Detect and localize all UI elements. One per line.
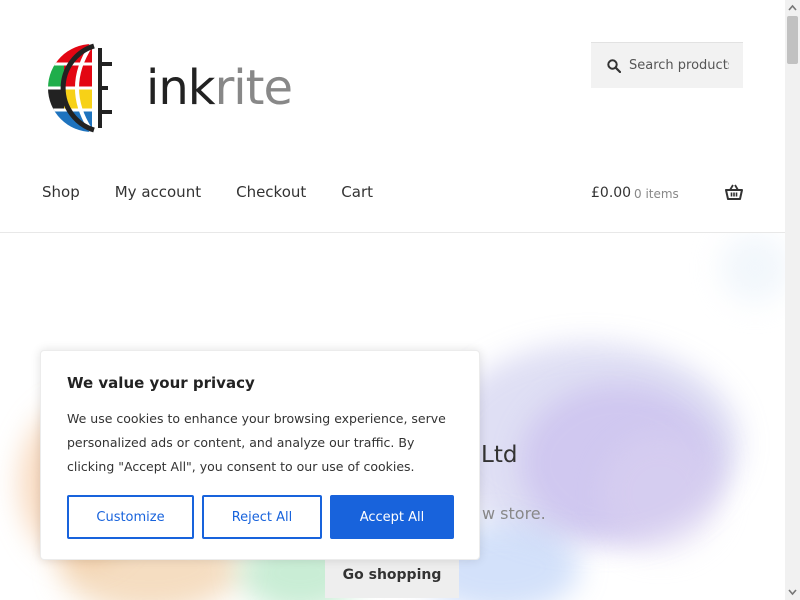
reject-all-button[interactable]: Reject All bbox=[202, 495, 322, 539]
customize-button[interactable]: Customize bbox=[67, 495, 194, 539]
primary-navigation: Shop My account Checkout Cart bbox=[42, 180, 408, 204]
scroll-up-arrow-icon[interactable] bbox=[787, 3, 798, 13]
cookie-description: We use cookies to enhance your browsing … bbox=[67, 411, 446, 474]
search-input[interactable] bbox=[629, 58, 729, 73]
cart-total[interactable]: £0.00 bbox=[591, 182, 631, 204]
cookie-consent-banner: We value your privacy We use cookies to … bbox=[40, 350, 480, 560]
basket-icon[interactable] bbox=[725, 184, 743, 200]
logo-text-ink: ink bbox=[146, 60, 216, 116]
product-search[interactable] bbox=[591, 42, 743, 88]
nav-item-my-account[interactable]: My account bbox=[115, 180, 201, 204]
cart-item-count[interactable]: 0 items bbox=[634, 184, 679, 204]
hero-subtitle: w store. bbox=[482, 504, 546, 523]
search-icon bbox=[607, 58, 621, 73]
scroll-down-arrow-icon[interactable] bbox=[787, 587, 798, 597]
nav-item-cart[interactable]: Cart bbox=[341, 180, 373, 204]
accept-all-button[interactable]: Accept All bbox=[330, 495, 454, 539]
hero-title: Ltd bbox=[481, 442, 518, 468]
scrollbar-thumb[interactable] bbox=[787, 16, 798, 64]
nav-item-checkout[interactable]: Checkout bbox=[236, 180, 306, 204]
globe-logo-icon bbox=[48, 43, 112, 133]
cookie-title: We value your privacy bbox=[67, 374, 255, 392]
site-logo[interactable]: inkrite bbox=[42, 42, 293, 134]
page: inkrite Shop My account Checkout Cart £0… bbox=[0, 0, 785, 600]
logo-wordmark: inkrite bbox=[146, 60, 293, 116]
vertical-scrollbar[interactable] bbox=[785, 0, 800, 600]
logo-text-rite: rite bbox=[214, 60, 293, 116]
nav-item-shop[interactable]: Shop bbox=[42, 180, 80, 204]
